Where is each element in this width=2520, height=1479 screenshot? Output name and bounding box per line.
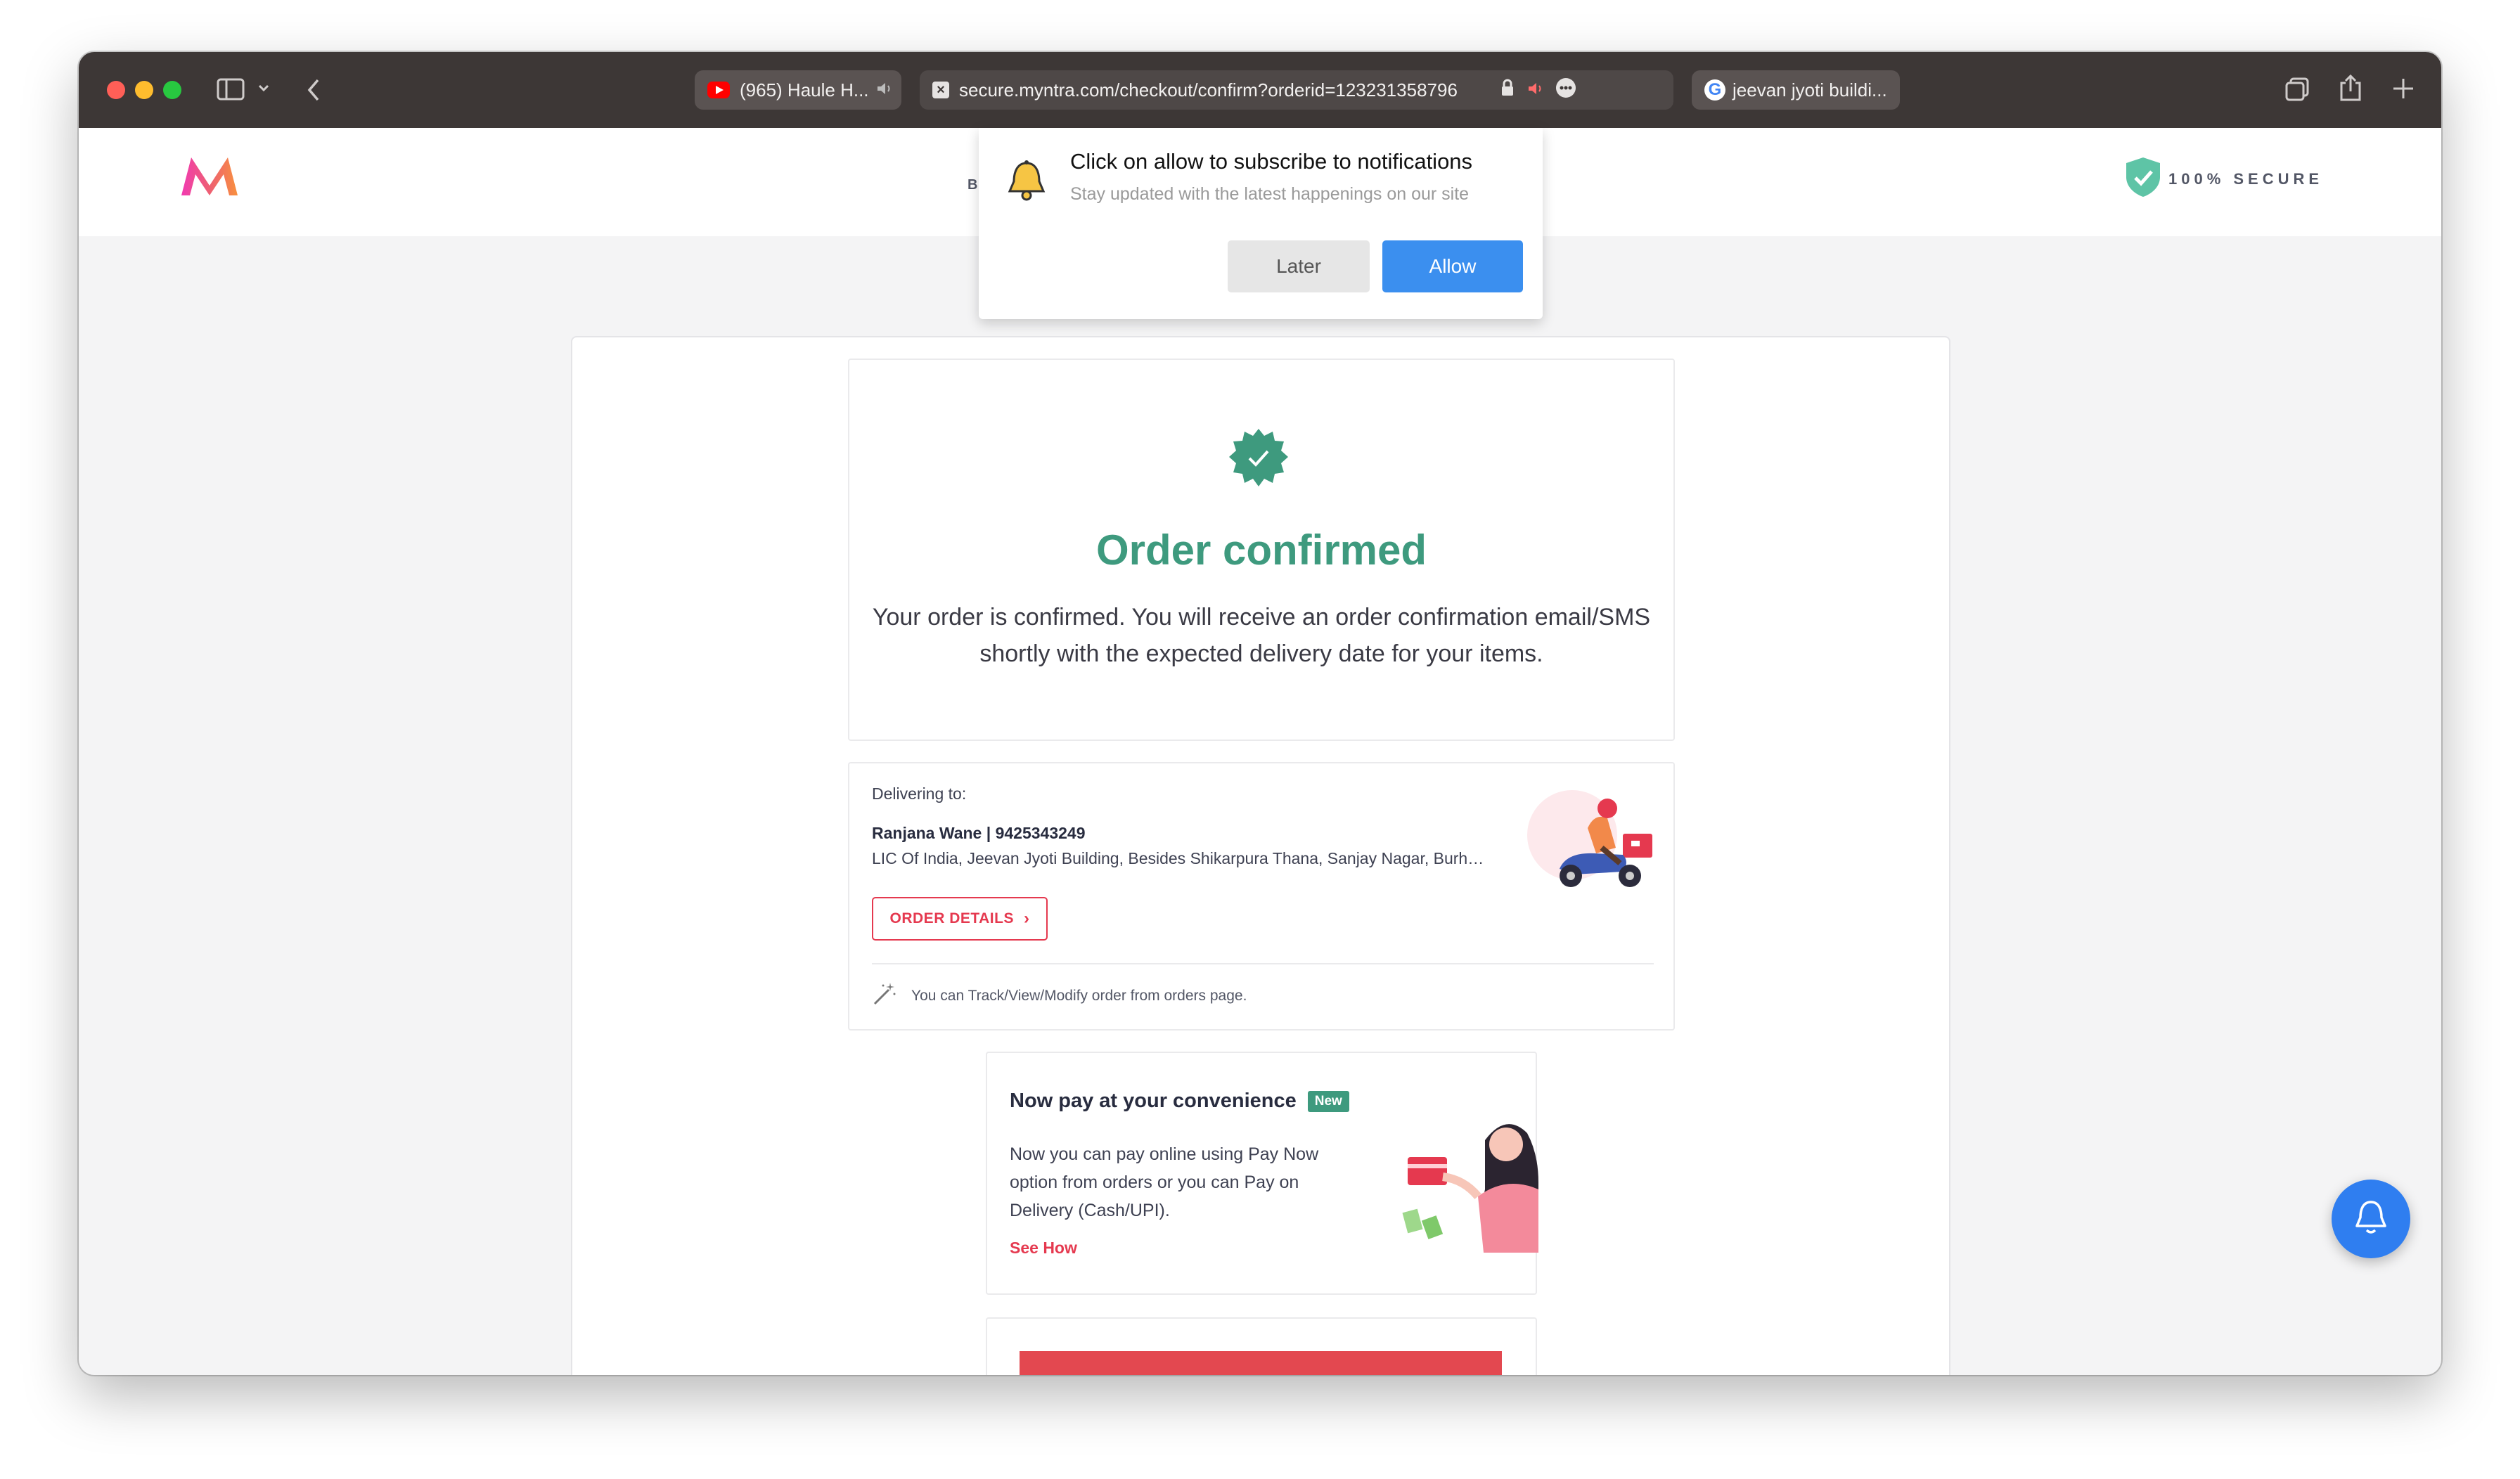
later-button[interactable]: Later [1228, 240, 1370, 292]
notification-title: Click on allow to subscribe to notificat… [1070, 149, 1473, 174]
order-confirmation-page: Order confirmed Your order is confirmed.… [571, 336, 1950, 1375]
notification-bell-button[interactable] [2332, 1180, 2410, 1258]
tab-myntra-checkout[interactable]: × secure.myntra.com/checkout/confirm?ord… [920, 70, 1673, 110]
pay-later-title-text: Now pay at your convenience [1010, 1090, 1297, 1112]
chevron-right-icon: › [1023, 909, 1030, 928]
secure-label: 100% SECURE [2168, 169, 2324, 188]
share-icon[interactable] [2339, 73, 2362, 106]
track-note: You can Track/View/Modify order from ord… [872, 981, 1247, 1010]
tab-label: (965) Haule H... [740, 79, 869, 101]
track-note-text: You can Track/View/Modify order from ord… [911, 987, 1247, 1004]
chevron-down-icon[interactable] [257, 82, 270, 98]
order-confirmed-message: Your order is confirmed. You will receiv… [872, 604, 1651, 667]
pay-later-illustration [1401, 1112, 1538, 1256]
secure-badge: 100% SECURE [2125, 156, 2323, 202]
address-bar-url[interactable]: secure.myntra.com/checkout/confirm?order… [959, 79, 1493, 101]
see-how-link[interactable]: See How [1010, 1239, 1077, 1258]
pay-later-text: Now you can pay online using Pay Now opt… [1010, 1144, 1319, 1220]
google-icon: G [1704, 79, 1725, 101]
bell-icon [2353, 1198, 2389, 1241]
tab-label: jeevan jyoti buildi... [1732, 79, 1887, 101]
minimize-window-button[interactable] [135, 81, 153, 99]
promo-banner[interactable] [1020, 1351, 1502, 1375]
youtube-icon [707, 82, 730, 98]
more-options-icon[interactable] [1555, 77, 1576, 103]
recipient-name-phone: Ranjana Wane | 9425343249 [872, 824, 1086, 842]
delivering-to-label: Delivering to: [872, 784, 967, 803]
delivery-address: LIC Of India, Jeevan Jyoti Building, Bes… [872, 849, 1484, 867]
promo-card [986, 1317, 1537, 1375]
speaker-icon[interactable] [1527, 79, 1545, 101]
new-tab-icon[interactable] [2392, 77, 2415, 103]
tab-overview-icon[interactable] [2284, 76, 2310, 106]
order-details-button[interactable]: ORDER DETAILS › [872, 897, 1048, 941]
magic-wand-icon [872, 981, 897, 1010]
browser-window: (965) Haule H... × secure.myntra.com/che… [79, 52, 2441, 1375]
notification-permission-popup: Click on allow to subscribe to notificat… [979, 128, 1543, 319]
browser-titlebar: (965) Haule H... × secure.myntra.com/che… [79, 52, 2441, 128]
order-details-label: ORDER DETAILS [889, 910, 1014, 926]
delivery-card: Delivering to: Ranjana Wane | 9425343249… [848, 762, 1675, 1031]
shield-icon [2125, 156, 2161, 202]
close-icon[interactable]: × [932, 82, 949, 98]
tab-youtube[interactable]: (965) Haule H... [695, 70, 901, 110]
close-window-button[interactable] [107, 81, 125, 99]
pay-later-card: Now pay at your convenience New Now you … [986, 1052, 1538, 1295]
order-confirmed-card: Order confirmed Your order is confirmed.… [848, 359, 1675, 741]
tab-google-search[interactable]: G jeevan jyoti buildi... [1692, 70, 1900, 110]
back-icon[interactable] [305, 77, 322, 106]
lock-icon [1500, 79, 1515, 102]
myntra-logo[interactable] [179, 153, 240, 202]
new-badge: New [1307, 1090, 1349, 1112]
allow-button[interactable]: Allow [1382, 240, 1523, 292]
pay-later-title: Now pay at your convenience New [1010, 1090, 1349, 1113]
sidebar-icon[interactable] [217, 77, 245, 105]
delivery-scooter-illustration [1517, 784, 1658, 900]
header-step-letter: B [968, 177, 978, 193]
notification-subtitle: Stay updated with the latest happenings … [1070, 184, 1470, 204]
verified-badge-icon [1228, 427, 1290, 493]
speaker-icon[interactable] [876, 79, 894, 101]
zoom-window-button[interactable] [163, 81, 181, 99]
divider [872, 963, 1654, 964]
order-confirmed-title: Order confirmed [1095, 527, 1427, 574]
bell-icon [1005, 159, 1048, 207]
